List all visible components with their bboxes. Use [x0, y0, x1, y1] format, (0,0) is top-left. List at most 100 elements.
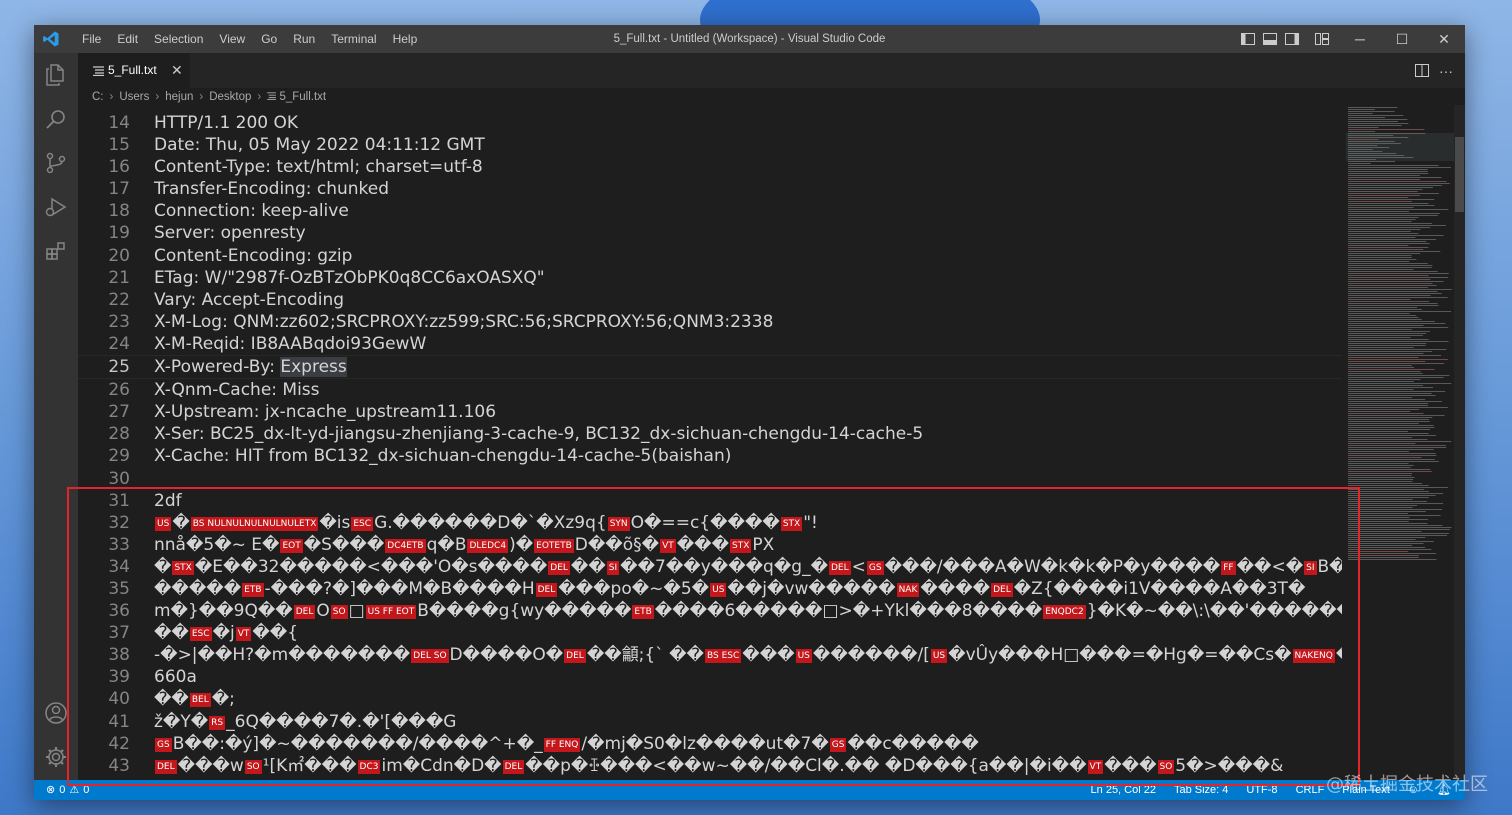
- text-run: Date: Thu, 05 May 2022 04:11:12 GMT: [154, 135, 485, 156]
- breadcrumb-file[interactable]: 5_Full.txt: [267, 91, 326, 103]
- editor-line[interactable]: 21 ETag: W/"2987f-OzBTzObPK0q8CC6axOASXQ": [78, 267, 1342, 289]
- line-number: 24: [108, 333, 130, 354]
- toggle-secondary-sidebar-icon[interactable]: [1281, 25, 1303, 53]
- explorer-icon[interactable]: [44, 63, 68, 87]
- breadcrumb-drive[interactable]: C:: [92, 91, 104, 103]
- editor-line[interactable]: 18 Connection: keep-alive: [78, 200, 1342, 222]
- text-run: X-M-Log: QNM:zz602;SRCPROXY:zz599;SRC:56…: [154, 311, 774, 332]
- editor-line[interactable]: 26 X-Qnm-Cache: Miss: [78, 379, 1342, 401]
- menu-run[interactable]: Run: [285, 25, 323, 53]
- run-and-debug-icon[interactable]: [44, 195, 68, 219]
- minimap-line: [1348, 313, 1410, 314]
- minimap-line: [1348, 431, 1409, 432]
- tab-label: 5_Full.txt: [108, 63, 157, 77]
- editor-actions: ···: [1415, 53, 1453, 88]
- minimap-line: [1348, 293, 1442, 294]
- search-icon[interactable]: [44, 107, 68, 131]
- minimap-line: [1348, 487, 1449, 488]
- split-editor-icon[interactable]: [1415, 64, 1429, 77]
- breadcrumb-hejun[interactable]: hejun: [165, 91, 193, 103]
- minimap-line: [1348, 349, 1447, 350]
- minimap-line: [1348, 243, 1430, 244]
- editor-line[interactable]: 15 Date: Thu, 05 May 2022 04:11:12 GMT: [78, 134, 1342, 156]
- minimap-line: [1348, 419, 1429, 420]
- menu-view[interactable]: View: [211, 25, 253, 53]
- line-text: X-Powered-By: Express: [154, 356, 347, 378]
- breadcrumb-users[interactable]: Users: [119, 91, 149, 103]
- editor-line[interactable]: 17 Transfer-Encoding: chunked: [78, 178, 1342, 200]
- accounts-icon[interactable]: [44, 701, 68, 725]
- minimap-line: [1348, 141, 1395, 142]
- menu-file[interactable]: File: [74, 25, 109, 53]
- minimap-line: [1348, 187, 1433, 188]
- line-number: 14: [108, 113, 130, 133]
- editor-line[interactable]: 27 X-Upstream: jx-ncache_upstream11.106: [78, 401, 1342, 423]
- text-run: Vary: Accept-Encoding: [154, 289, 345, 310]
- minimap-line: [1348, 165, 1439, 166]
- menu-terminal[interactable]: Terminal: [323, 25, 384, 53]
- menu-selection[interactable]: Selection: [146, 25, 211, 53]
- minimize-icon[interactable]: ─: [1339, 25, 1381, 53]
- editor-line[interactable]: 19 Server: openresty: [78, 222, 1342, 244]
- editor-line[interactable]: 25 X-Powered-By: Express: [78, 355, 1342, 380]
- minimap-line: [1348, 169, 1428, 170]
- minimap-line: [1348, 205, 1435, 206]
- tab-close-icon[interactable]: ✕: [171, 62, 183, 79]
- minimap-line: [1348, 145, 1378, 146]
- menu-help[interactable]: Help: [385, 25, 426, 53]
- editor-line[interactable]: 24 X-M-Reqid: IB8AABqdoi93GewW: [78, 333, 1342, 355]
- toggle-panel-icon[interactable]: [1259, 25, 1281, 53]
- editor-line[interactable]: 23 X-M-Log: QNM:zz602;SRCPROXY:zz599;SRC:…: [78, 311, 1342, 333]
- minimap-line: [1348, 325, 1424, 326]
- line-number: 27: [108, 402, 130, 423]
- editor-line[interactable]: 16 Content-Type: text/html; charset=utf-8: [78, 156, 1342, 178]
- editor-line[interactable]: 29 X-Cache: HIT from BC132_dx-sichuan-che…: [78, 445, 1342, 467]
- line-text: Vary: Accept-Encoding: [154, 289, 344, 311]
- extensions-icon[interactable]: [44, 239, 68, 263]
- editor-line-partial: 13: [78, 105, 1342, 112]
- editor-line[interactable]: 28 X-Ser: BC25_dx-lt-yd-jiangsu-zhenjiang…: [78, 423, 1342, 445]
- minimap-line: [1348, 279, 1431, 280]
- minimap-line: [1348, 463, 1409, 464]
- tab-5-full-txt[interactable]: 5_Full.txt ✕: [78, 53, 190, 88]
- line-text: X-M-Log: QNM:zz602;SRCPROXY:zz599;SRC:56…: [154, 311, 773, 333]
- minimap-line: [1348, 525, 1443, 526]
- breadcrumb-desktop[interactable]: Desktop: [209, 91, 251, 103]
- more-actions-icon[interactable]: ···: [1439, 63, 1453, 79]
- editor-line[interactable]: 20 Content-Encoding: gzip: [78, 245, 1342, 267]
- menu-edit[interactable]: Edit: [109, 25, 146, 53]
- breadcrumb-file-label: 5_Full.txt: [279, 90, 327, 103]
- toggle-primary-sidebar-icon[interactable]: [1237, 25, 1259, 53]
- minimap-line: [1348, 197, 1409, 198]
- close-window-icon[interactable]: ✕: [1423, 25, 1465, 53]
- minimap-line: [1348, 437, 1412, 438]
- minimap[interactable]: [1346, 105, 1454, 565]
- line-number: 23: [108, 311, 130, 332]
- minimap-line: [1348, 345, 1426, 346]
- menu-bar: File Edit Selection View Go Run Terminal…: [74, 25, 425, 53]
- minimap-line: [1348, 311, 1452, 312]
- minimap-line: [1348, 339, 1429, 340]
- editor-line[interactable]: 22 Vary: Accept-Encoding: [78, 289, 1342, 311]
- line-number: 29: [108, 446, 130, 467]
- maximize-icon[interactable]: ☐: [1381, 25, 1423, 53]
- manage-gear-icon[interactable]: [44, 745, 68, 769]
- minimap-line: [1348, 391, 1446, 392]
- minimap-line: [1348, 495, 1436, 496]
- editor-line[interactable]: 14 HTTP/1.1 200 OK: [78, 112, 1342, 134]
- minimap-line: [1348, 267, 1432, 268]
- minimap-line: [1348, 215, 1438, 216]
- minimap-line: [1348, 203, 1429, 204]
- minimap-line: [1348, 443, 1416, 444]
- vscode-logo-icon: [43, 31, 59, 47]
- scrollbar-thumb[interactable]: [1455, 137, 1464, 212]
- customize-layout-icon[interactable]: [1311, 25, 1333, 53]
- minimap-line: [1348, 515, 1441, 516]
- minimap-line: [1348, 107, 1398, 108]
- minimap-line: [1348, 395, 1436, 396]
- line-number: 18: [108, 201, 130, 222]
- minimap-line: [1348, 533, 1449, 534]
- source-control-icon[interactable]: [44, 151, 68, 175]
- vertical-scrollbar[interactable]: [1454, 105, 1465, 780]
- menu-go[interactable]: Go: [253, 25, 285, 53]
